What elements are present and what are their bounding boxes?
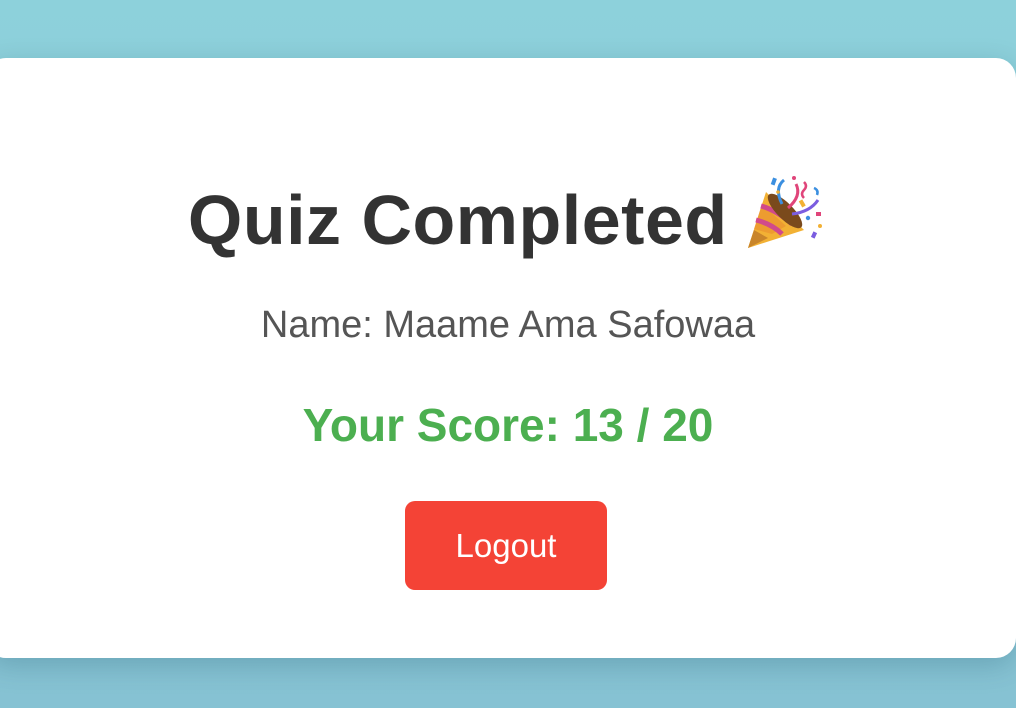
student-name: Name: Maame Ama Safowaa [260,304,756,346]
score-display: Your Score: 13 / 20 [302,399,714,451]
party-popper-icon [742,174,828,254]
title-row: Quiz Completed [0,176,1016,260]
page-title: Quiz Completed [187,181,728,259]
logout-button[interactable]: Logout [405,501,607,590]
result-content: Quiz Completed Name: Maame Ama Safowaa Y… [0,0,1016,708]
